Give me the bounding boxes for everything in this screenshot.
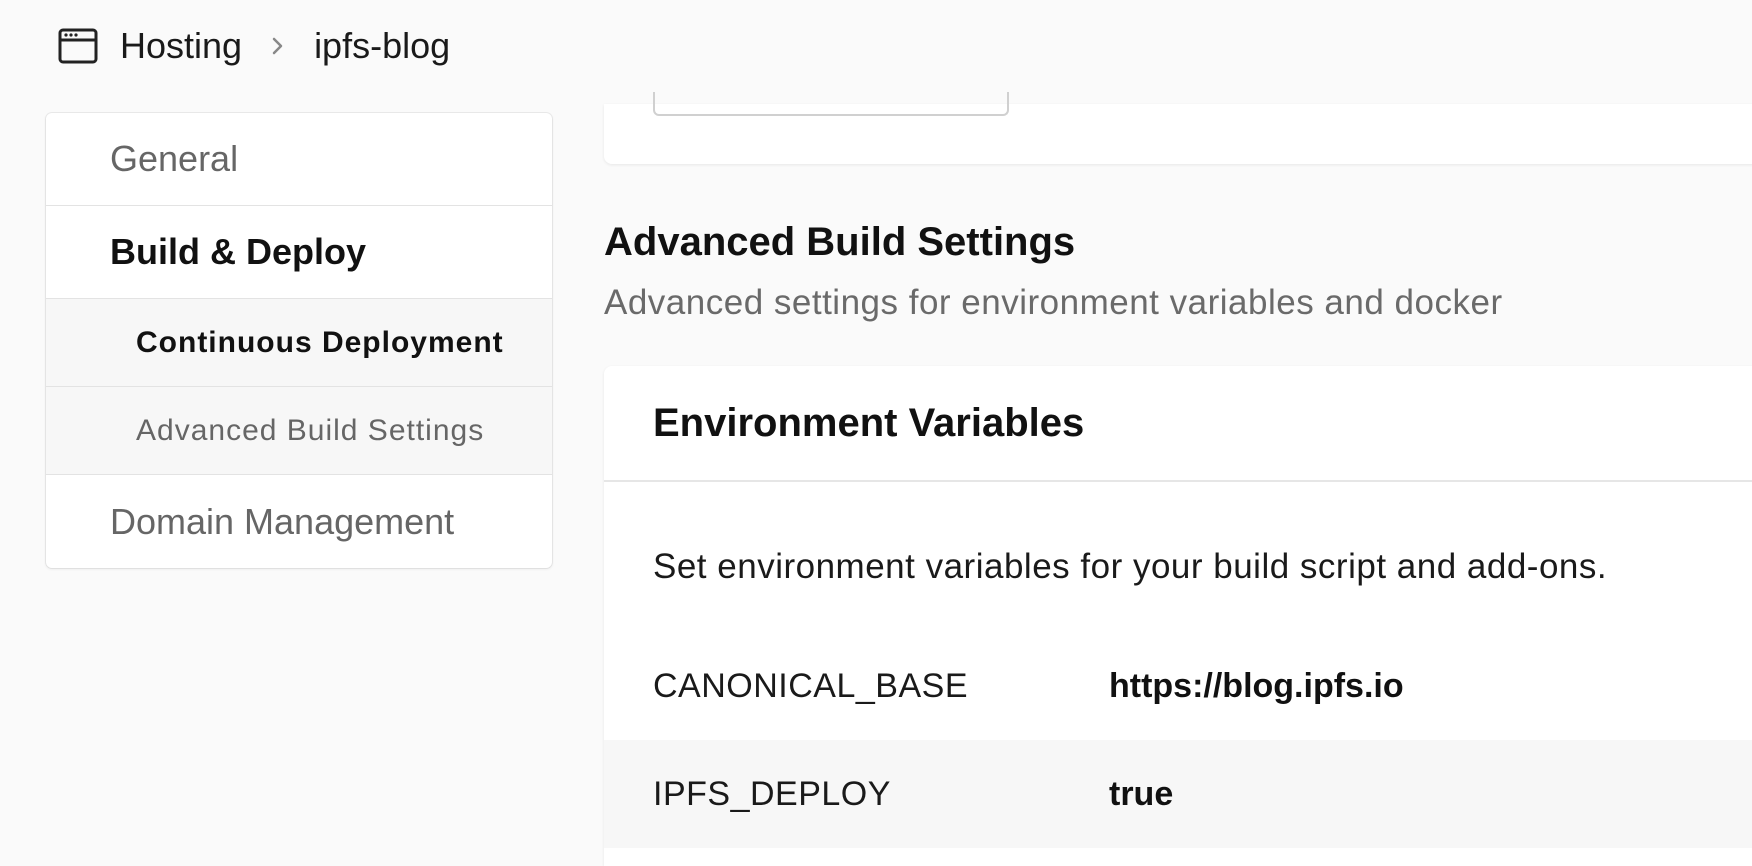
sidebar-item-domain-management[interactable]: Domain Management (46, 475, 552, 568)
env-variable-key: CANONICAL_BASE (653, 666, 968, 705)
settings-sidebar: General Build & Deploy Continuous Deploy… (46, 113, 552, 568)
browser-window-icon (58, 28, 98, 64)
env-variable-key: IPFS_DEPLOY (653, 774, 891, 813)
env-variable-value: https://blog.ipfs.io (1109, 666, 1404, 705)
breadcrumb-hosting-link[interactable]: Hosting (120, 25, 242, 67)
env-card-description: Set environment variables for your build… (653, 547, 1608, 586)
breadcrumb-site-name[interactable]: ipfs-blog (314, 25, 450, 67)
chevron-right-icon (268, 32, 288, 60)
section-subtitle: Advanced settings for environment variab… (604, 283, 1503, 322)
previous-settings-card (604, 92, 1752, 164)
sidebar-item-build-deploy[interactable]: Build & Deploy (46, 206, 552, 299)
sidebar-item-general[interactable]: General (46, 113, 552, 206)
env-variable-row: CANONICAL_BASE https://blog.ipfs.io (604, 632, 1752, 740)
previous-card-field[interactable] (653, 92, 1009, 116)
environment-variables-card: Environment Variables Set environment va… (604, 366, 1752, 866)
section-title: Advanced Build Settings (604, 220, 1076, 264)
sidebar-subitem-continuous-deployment[interactable]: Continuous Deployment (46, 299, 552, 387)
sidebar-subitem-advanced-build-settings[interactable]: Advanced Build Settings (46, 387, 552, 475)
env-variable-value: true (1109, 774, 1174, 813)
env-variable-row: IPFS_DEPLOY true (604, 740, 1752, 848)
breadcrumb: Hosting ipfs-blog (58, 22, 450, 70)
env-card-title: Environment Variables (604, 366, 1752, 482)
